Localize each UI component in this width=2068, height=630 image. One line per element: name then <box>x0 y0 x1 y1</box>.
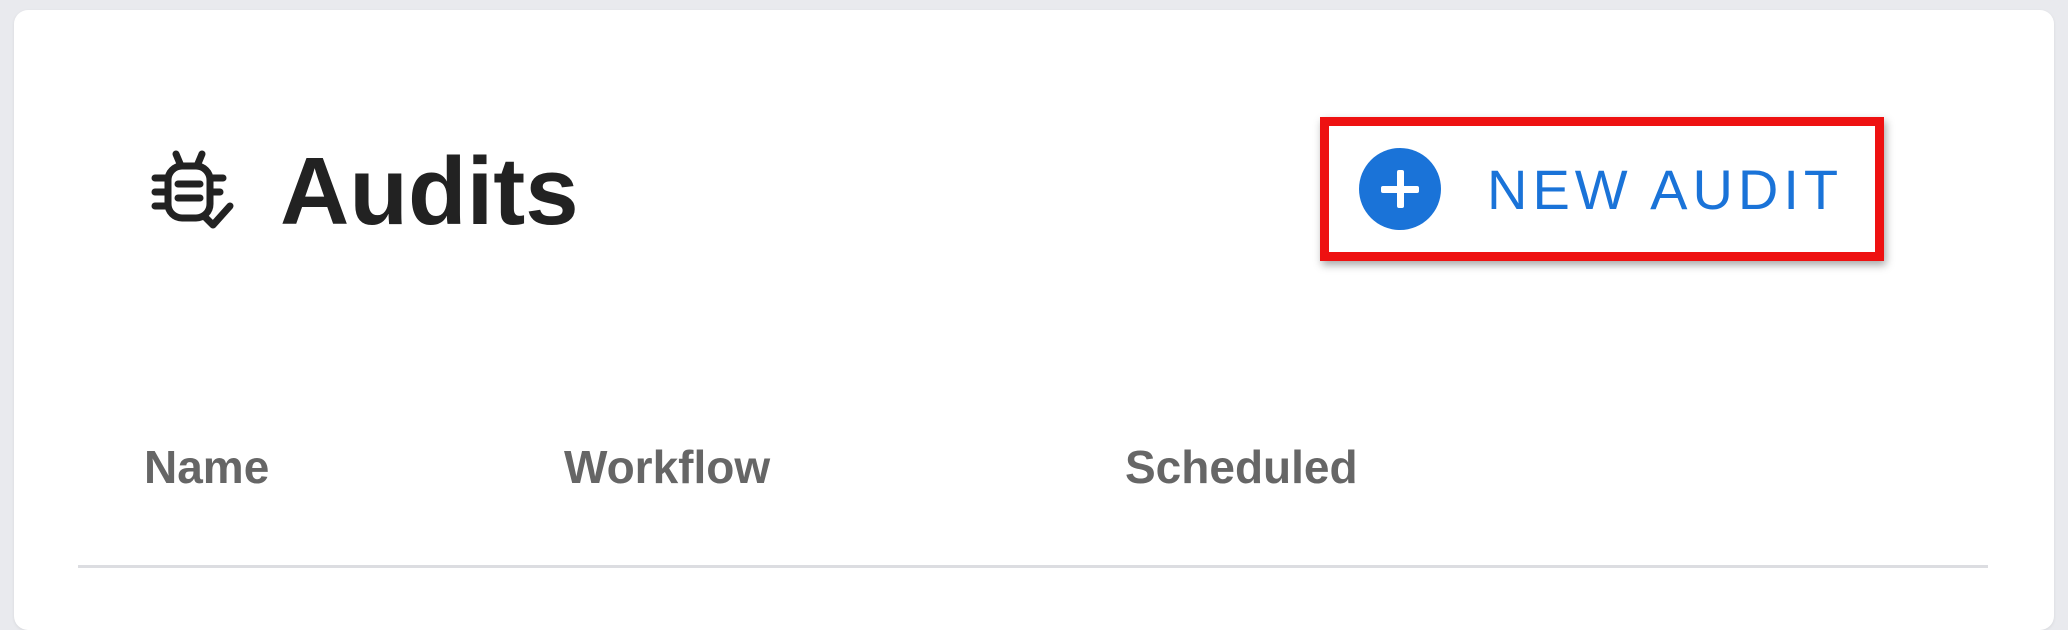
audits-card <box>14 10 2054 630</box>
bug-check-icon <box>151 150 234 229</box>
new-audit-button[interactable]: NEW AUDIT <box>1339 131 1865 247</box>
plus-circle-icon <box>1359 148 1441 230</box>
page-title: Audits <box>280 138 579 245</box>
header-divider <box>78 565 1988 568</box>
column-header-name[interactable]: Name <box>144 440 269 494</box>
column-header-scheduled[interactable]: Scheduled <box>1125 440 1358 494</box>
column-header-workflow[interactable]: Workflow <box>564 440 770 494</box>
new-audit-label: NEW AUDIT <box>1487 157 1844 221</box>
